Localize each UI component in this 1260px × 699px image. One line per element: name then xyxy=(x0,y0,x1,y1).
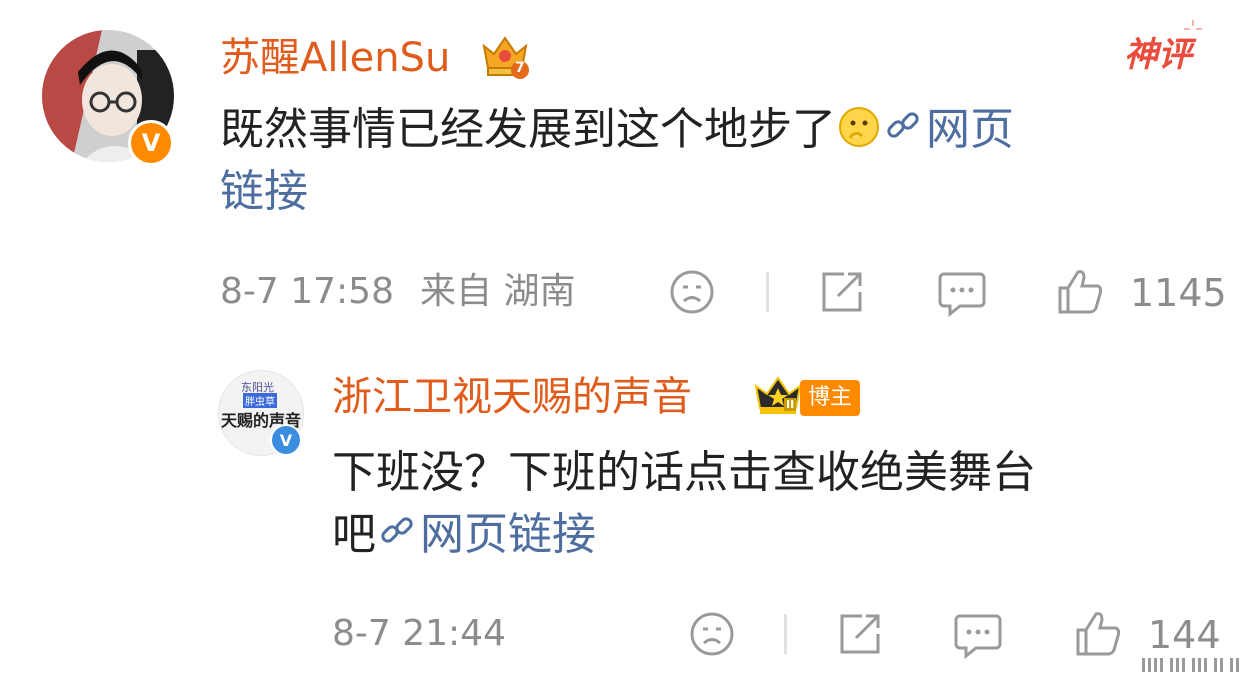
comment-author-name[interactable]: 苏醒AllenSu xyxy=(220,38,450,78)
crown-rank-icon: II xyxy=(752,374,804,418)
hot-comment-tag: 神评 xyxy=(1124,35,1192,75)
reply-link-chain-icon xyxy=(376,508,420,552)
reply-action-divider xyxy=(784,614,787,654)
crown-rank-number: II xyxy=(784,398,797,411)
avatar-logo-mid: 胖虫草 xyxy=(243,393,277,408)
sparkle-icon xyxy=(1182,18,1204,40)
watermark-bars-icon xyxy=(1136,652,1246,678)
web-link-label-1: 网页 xyxy=(926,104,1014,155)
reply-text-block: 下班没？下班的话点击查收绝美舞台 吧 网页链接 xyxy=(332,442,1212,566)
reply-text-line-1: 下班没？下班的话点击查收绝美舞台 xyxy=(332,447,1036,498)
reply-web-link[interactable]: 网页链接 xyxy=(376,509,596,560)
crown-level-number: 7 xyxy=(515,60,525,76)
action-divider xyxy=(766,272,769,312)
reply-comment-icon[interactable] xyxy=(936,268,988,318)
comment-text-block: 既然事情已经发展到这个地步了 网页链接 xyxy=(220,99,1220,223)
reply-text-line-2: 吧 xyxy=(332,509,376,560)
reply-verified-badge-icon: V xyxy=(270,424,302,456)
crown-level-badge-icon: 7 xyxy=(478,32,532,80)
reply-web-link-label: 网页链接 xyxy=(420,509,596,560)
share-icon[interactable] xyxy=(818,268,866,316)
reply-reply-icon[interactable] xyxy=(952,610,1004,660)
web-link-label-2: 链接 xyxy=(220,166,308,217)
comment-timestamp: 8-7 17:58 xyxy=(220,271,394,312)
reply-author-name[interactable]: 浙江卫视天赐的声音 xyxy=(332,377,692,417)
thinking-emoji-icon xyxy=(836,104,882,150)
like-thumb-icon[interactable] xyxy=(1056,266,1106,316)
reply-like-count: 144 xyxy=(1148,613,1221,657)
blogger-badge: 博主 xyxy=(800,380,861,416)
verified-badge-letter: V xyxy=(141,129,161,157)
reply-share-icon[interactable] xyxy=(836,610,884,658)
comment-like-count: 1145 xyxy=(1130,271,1227,315)
reply-dislike-face-icon[interactable] xyxy=(688,610,736,658)
reply-timestamp: 8-7 21:44 xyxy=(332,613,506,654)
comment-text: 既然事情已经发展到这个地步了 xyxy=(220,104,836,155)
verified-badge-icon: V xyxy=(128,120,174,166)
dislike-face-icon[interactable] xyxy=(668,268,716,316)
reply-like-thumb-icon[interactable] xyxy=(1074,608,1124,658)
comment-location: 来自 湖南 xyxy=(420,271,576,312)
reply-verified-letter: V xyxy=(279,430,293,450)
link-chain-icon xyxy=(882,103,926,147)
